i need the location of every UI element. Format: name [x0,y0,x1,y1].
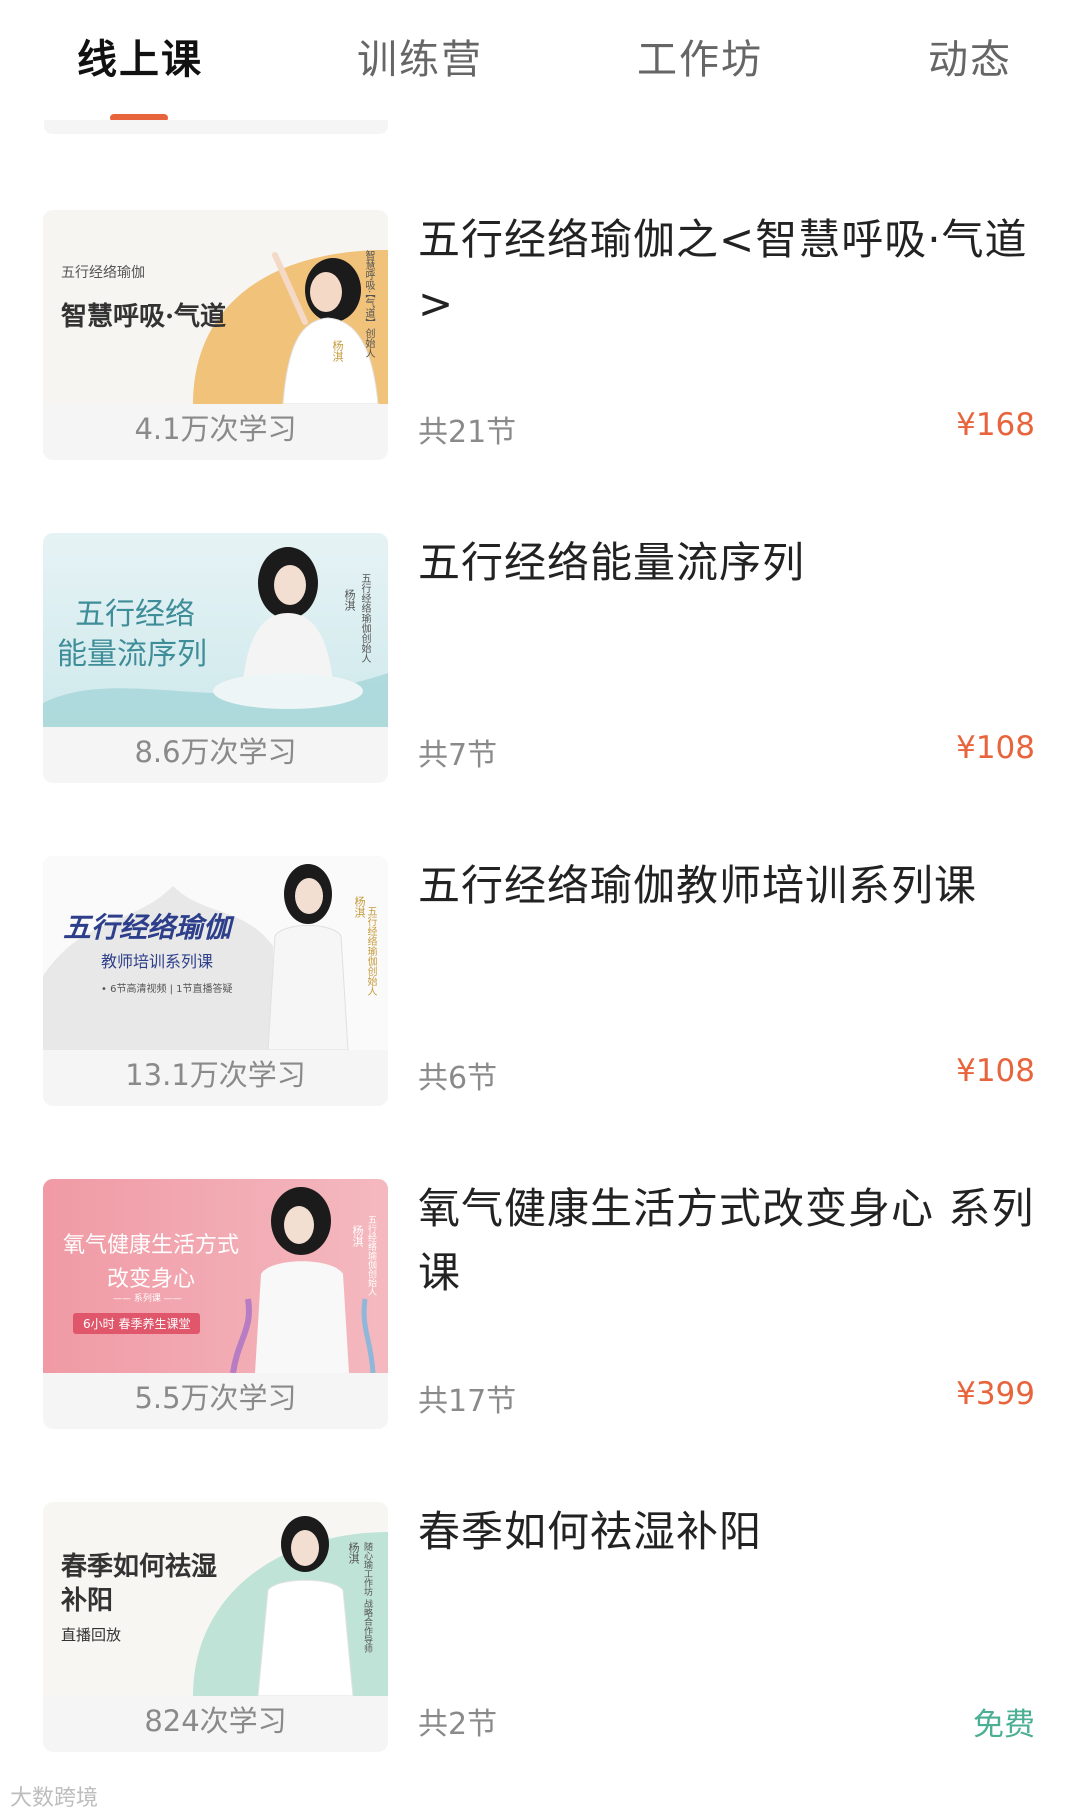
thumb-title-line1: 氧气健康生活方式 [63,1233,240,1258]
learner-count: 4.1万次学习 [134,412,297,446]
thumb-title-line1: 五行经络 [75,597,195,632]
course-item[interactable]: 春季如何祛湿 补阳 直播回放 随心瑜工作坊 战略合作导师 杨淇 824次学习 春… [0,1502,1080,1752]
course-price: ¥108 [956,1053,1035,1089]
lesson-count: 共2节 [418,1707,498,1742]
thumb-name: 杨淇 [331,340,344,362]
thumb-vertical-text: 随心瑜工作坊 战略合作导师 [362,1542,372,1653]
course-thumbnail-card[interactable]: 五行经络瑜伽 智慧呼吸·气道 智慧呼吸·【气道】创始人 杨淇 4.1万次学习 [43,210,388,460]
learner-count: 13.1万次学习 [125,1058,306,1092]
thumb-note: • 6节高清视频 | 1节直播答疑 [101,984,233,995]
thumb-title: 五行经络瑜伽 [63,911,232,944]
thumb-vertical-text: 五行经络瑜伽创始人 [366,1215,376,1296]
thumb-title-line2: 改变身心 [107,1267,196,1292]
course-title[interactable]: 氧气健康生活方式改变身心 系列课 [418,1177,1038,1305]
course-thumbnail: 五行经络瑜伽 教师培训系列课 • 6节高清视频 | 1节直播答疑 五行经络瑜伽创… [43,856,388,1050]
thumb-title: 智慧呼吸·气道 [61,302,227,332]
course-thumbnail-card[interactable]: 氧气健康生活方式 改变身心 —— 系列课 —— 6小时 春季养生课堂 五行经络瑜… [43,1179,388,1429]
tab-online-courses[interactable]: 线上课 [20,30,260,90]
thumb-name: 杨淇 [343,589,356,611]
course-thumbnail-card[interactable]: 五行经络瑜伽 教师培训系列课 • 6节高清视频 | 1节直播答疑 五行经络瑜伽创… [43,856,388,1106]
learner-count: 824次学习 [144,1704,287,1738]
thumb-subtitle: 教师培训系列课 [101,952,214,971]
thumb-subtitle: 五行经络瑜伽 [61,265,145,281]
course-thumbnail-card[interactable]: 春季如何祛湿 补阳 直播回放 随心瑜工作坊 战略合作导师 杨淇 824次学习 [43,1502,388,1752]
thumb-title-line2: 补阳 [61,1586,114,1616]
course-thumbnail: 五行经络 能量流序列 五行经络瑜伽创始人 杨淇 [43,533,388,727]
thumb-vertical-text: 五行经络瑜伽创始人 [359,573,370,663]
watermark-logo: 大数跨境 [10,1786,99,1811]
thumb-vertical-text: 智慧呼吸·【气道】创始人 [363,250,374,359]
course-thumbnail-card[interactable]: 五行经络 能量流序列 五行经络瑜伽创始人 杨淇 8.6万次学习 [43,533,388,783]
course-title[interactable]: 春季如何祛湿补阳 [418,1500,1038,1564]
course-thumbnail: 氧气健康生活方式 改变身心 —— 系列课 —— 6小时 春季养生课堂 五行经络瑜… [43,1179,388,1373]
thumb-title-line2: 能量流序列 [57,637,207,672]
previous-card-edge [44,120,388,134]
thumb-name: 杨淇 [347,1542,360,1564]
course-item[interactable]: 五行经络瑜伽 智慧呼吸·气道 智慧呼吸·【气道】创始人 杨淇 4.1万次学习 五… [0,210,1080,460]
course-title[interactable]: 五行经络瑜伽之<智慧呼吸·气道> [418,208,1038,336]
course-title[interactable]: 五行经络能量流序列 [418,531,1038,595]
thumb-series: —— 系列课 —— [113,1294,182,1304]
tab-bar: 线上课 训练营 工作坊 动态 [0,0,1080,125]
course-title[interactable]: 五行经络瑜伽教师培训系列课 [418,854,1038,918]
learner-count: 5.5万次学习 [134,1381,297,1415]
course-item[interactable]: 氧气健康生活方式 改变身心 —— 系列课 —— 6小时 春季养生课堂 五行经络瑜… [0,1179,1080,1429]
thumb-name: 杨淇 [353,896,366,918]
lesson-count: 共17节 [418,1384,517,1419]
lesson-count: 共7节 [418,738,498,773]
thumb-title-line1: 春季如何祛湿 [61,1552,218,1582]
course-item[interactable]: 五行经络 能量流序列 五行经络瑜伽创始人 杨淇 8.6万次学习 五行经络能量流序… [0,533,1080,783]
course-art-background [43,864,349,1050]
course-thumbnail: 五行经络瑜伽 智慧呼吸·气道 智慧呼吸·【气道】创始人 杨淇 [43,210,388,404]
course-thumbnail: 春季如何祛湿 补阳 直播回放 随心瑜工作坊 战略合作导师 杨淇 [43,1502,388,1696]
lesson-count: 共6节 [418,1061,498,1096]
learner-count: 8.6万次学习 [134,735,297,769]
thumb-vertical-text: 五行经络瑜伽创始人 [365,906,376,996]
lesson-count: 共21节 [418,415,517,450]
thumb-badge: 6小时 春季养生课堂 [73,1313,201,1334]
course-art-background [230,1187,376,1373]
tab-workshop[interactable]: 工作坊 [580,30,820,90]
thumb-subtitle: 直播回放 [61,1626,122,1644]
course-item[interactable]: 五行经络瑜伽 教师培训系列课 • 6节高清视频 | 1节直播答疑 五行经络瑜伽创… [0,856,1080,1106]
course-price: ¥108 [956,730,1035,766]
course-price: ¥399 [956,1376,1035,1412]
course-price: ¥168 [956,407,1035,443]
tab-updates[interactable]: 动态 [850,30,1080,90]
course-price: 免费 [973,1707,1035,1743]
tab-training-camp[interactable]: 训练营 [300,30,540,90]
thumb-name: 杨淇 [351,1225,364,1247]
